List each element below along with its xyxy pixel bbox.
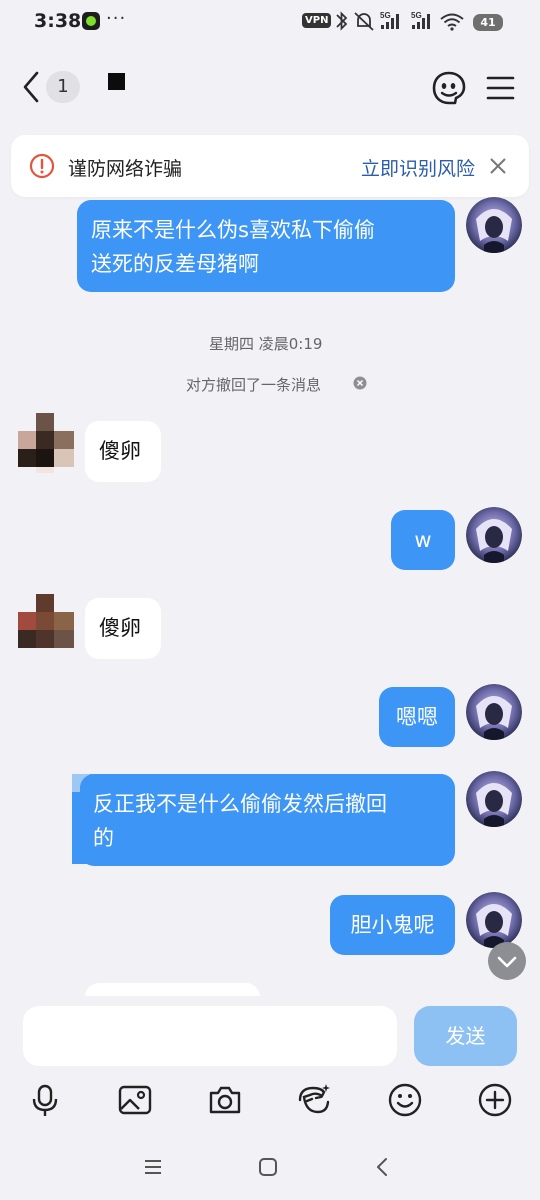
menu-icon[interactable] <box>140 1154 166 1180</box>
contact-name-redacted <box>108 73 125 90</box>
close-icon[interactable] <box>487 155 509 177</box>
network-label-2: 5G <box>411 11 422 20</box>
avatar-peer[interactable] <box>18 413 74 473</box>
vpn-badge: VPN <box>302 13 332 28</box>
message-text-line: 反正我不是什么偷偷发然后撤回 <box>93 792 387 816</box>
plus-icon[interactable] <box>477 1082 513 1118</box>
message-text-line: 的 <box>93 826 114 850</box>
message-input[interactable] <box>23 1006 397 1066</box>
microphone-icon[interactable] <box>27 1082 63 1118</box>
image-icon[interactable] <box>117 1082 153 1118</box>
fraud-warning-text: 谨防网络诈骗 <box>68 158 183 180</box>
status-icons: 5G 5G <box>336 11 464 31</box>
chevron-left-icon <box>23 71 39 103</box>
avatar-self[interactable] <box>466 892 522 948</box>
message-bubble-outgoing[interactable]: 反正我不是什么偷偷发然后撤回 的 <box>80 774 455 866</box>
timestamp: 星期四 凌晨0:19 <box>209 335 323 353</box>
fraud-warning-banner: 谨防网络诈骗 立即识别风险 <box>11 135 529 197</box>
message-bubble-outgoing[interactable]: w <box>391 510 455 570</box>
message-bubble-incoming[interactable]: 傻卵 <box>85 598 161 659</box>
battery-indicator: 41 <box>473 14 503 31</box>
recall-info-icon[interactable] <box>353 376 367 390</box>
send-button[interactable]: 发送 <box>414 1006 517 1066</box>
input-area: 发送 <box>0 996 540 1076</box>
network-label-1: 5G <box>380 11 391 20</box>
camera-icon[interactable] <box>207 1082 243 1118</box>
back-button[interactable]: 1 <box>16 67 86 107</box>
avatar-self[interactable] <box>466 771 522 827</box>
warning-icon <box>29 153 55 179</box>
recall-notice: 对方撤回了一条消息 <box>186 376 322 394</box>
status-time: 3:38 <box>34 10 82 32</box>
avatar-self[interactable] <box>466 684 522 740</box>
header-face-button[interactable] <box>429 68 469 108</box>
avatar-peer[interactable] <box>18 594 74 650</box>
header-menu-button[interactable] <box>483 68 523 108</box>
message-bubble-incoming[interactable]: 傻卵 <box>85 421 161 482</box>
back-icon[interactable] <box>369 1154 395 1180</box>
home-icon[interactable] <box>255 1154 281 1180</box>
status-bar: 3:38 ··· VPN 5G 5G 41 <box>0 0 540 46</box>
message-bubble-outgoing[interactable]: 原来不是什么伪s喜欢私下偷偷 送死的反差母猪啊 <box>77 200 455 292</box>
wifi-icon <box>440 13 464 27</box>
system-nav-bar <box>0 1140 540 1200</box>
identify-risk-link[interactable]: 立即识别风险 <box>361 154 475 181</box>
avatar-self[interactable] <box>466 507 522 563</box>
more-notifications-icon: ··· <box>106 8 127 29</box>
input-toolbar <box>0 1076 540 1126</box>
chevron-down-icon <box>497 956 517 968</box>
emoji-icon[interactable] <box>387 1082 423 1118</box>
message-bubble-outgoing[interactable]: 嗯嗯 <box>379 687 455 747</box>
scroll-to-bottom-button[interactable] <box>488 942 526 980</box>
message-text-line: 原来不是什么伪s喜欢私下偷偷 <box>91 218 375 242</box>
hamburger-menu-icon <box>486 76 515 100</box>
app-notification-icon <box>82 12 100 30</box>
bluetooth-icon <box>336 11 348 31</box>
mute-icon <box>354 12 374 31</box>
unread-count-badge: 1 <box>46 71 80 103</box>
chat-header: 1 <box>0 55 540 119</box>
avatar-self[interactable] <box>466 197 522 253</box>
face-icon <box>432 71 466 105</box>
message-text-line: 送死的反差母猪啊 <box>91 252 259 276</box>
sticker-icon[interactable] <box>296 1082 332 1118</box>
message-bubble-outgoing[interactable]: 胆小鬼呢 <box>330 895 455 955</box>
